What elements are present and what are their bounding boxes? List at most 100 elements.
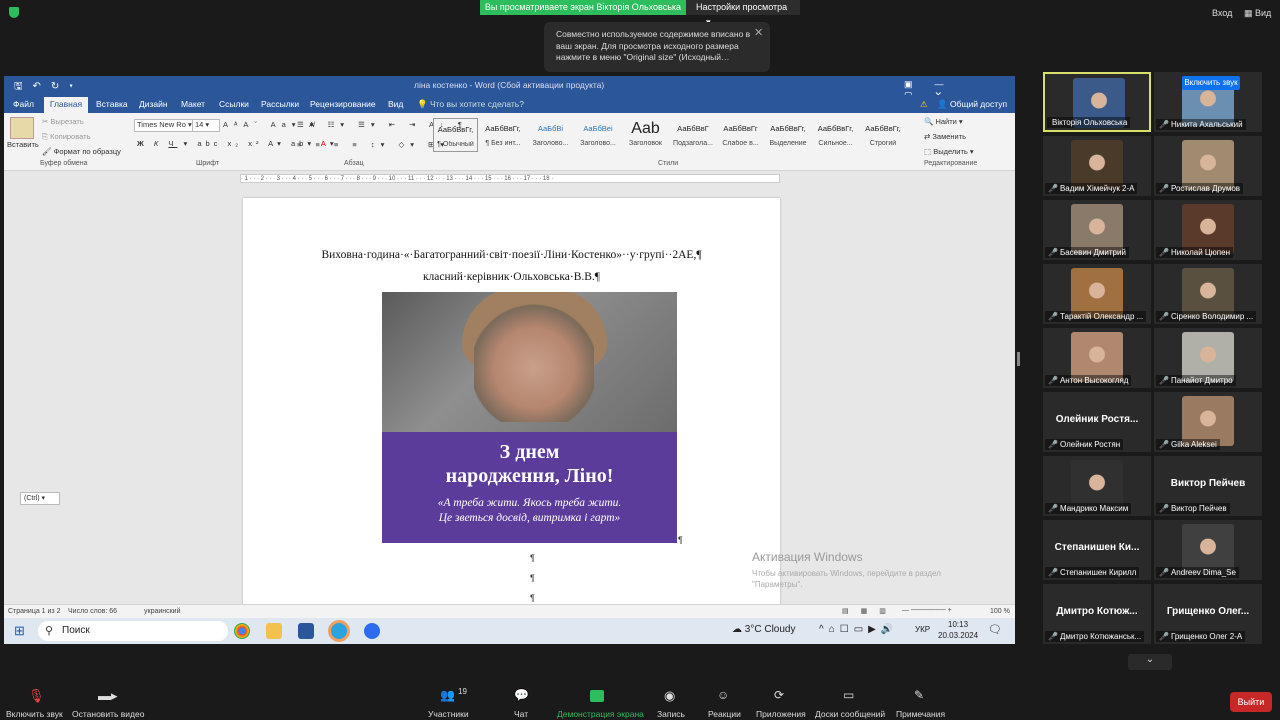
tray-icons[interactable]: ^⌂☐▭▶🔊 [819,624,898,635]
word-count[interactable]: Число слов: 66 [68,608,117,615]
video-icon[interactable]: ▬▸ [98,688,118,704]
style-item[interactable]: АаБбВвГг, Строгий [861,118,906,152]
participant-tile[interactable]: Грищенко Олег... 🎤 Грищенко Олег 2-А [1154,584,1262,644]
style-item[interactable]: АаБбВеі Заголово... [576,118,621,152]
leave-button[interactable]: Выйти [1230,692,1272,712]
share-screen-icon[interactable] [590,690,604,702]
scroll-down-icon[interactable]: ⌄ [1128,654,1172,670]
participant-tile[interactable]: Степанишен Ки... 🎤 Степанишен Кирилл [1043,520,1151,580]
close-icon[interactable]: ✕ [754,26,763,39]
weather-widget[interactable]: ☁ 3°C Cloudy [732,624,795,635]
mic-muted-icon[interactable]: 🎙 [28,688,45,704]
zoom-slider[interactable]: — ─────── + [902,607,952,614]
replace-button[interactable]: ⇄ Заменить [924,132,966,141]
notes-icon[interactable]: ✎ [914,688,924,702]
share-button[interactable]: 👤 Общий доступ [937,99,1007,110]
notification-icon[interactable]: 🗨 [988,623,1002,636]
telegram-icon[interactable] [331,623,347,639]
tab-insert[interactable]: Вставка [96,99,128,109]
tab-design[interactable]: Дизайн [139,99,168,109]
participant-tile[interactable]: 🎤 Сіренко Володимир ... [1154,264,1262,324]
stop-video-label[interactable]: Остановить видео [72,709,144,719]
tab-mailings[interactable]: Рассылки [261,99,299,109]
participant-tile[interactable]: Олейник Ростя... 🎤 Олейник Ростян [1043,392,1151,452]
view-button[interactable]: ▦ Вид [1244,8,1271,19]
participant-tile[interactable]: 🎤 Ростислав Друмов [1154,136,1262,196]
zoom-icon[interactable] [364,623,380,639]
horizontal-ruler[interactable]: · 1 · · · 2 · · · 3 · · · 4 · · · 5 · · … [240,174,780,183]
zoom-level[interactable]: 100 % [990,608,1010,615]
style-item[interactable]: АаБбВвГг, ¶ Без инт... [481,118,526,152]
signin-button[interactable]: Вход [1212,8,1232,18]
participant-tile[interactable]: 🎤 Вадим Хімейчук 2-А [1043,136,1151,196]
style-item[interactable]: АаБбВвГг, Выделение [766,118,811,152]
reactions-icon[interactable]: ☺ [717,688,729,702]
tab-home[interactable]: Главная [44,97,88,113]
participants-label[interactable]: Участники [428,709,469,719]
format-painter-button[interactable]: 🖌 Формат по образцу [42,147,121,156]
folder-icon[interactable] [266,623,282,639]
align-buttons[interactable]: ≡ ≡ ≡ ≡ ↕▾ ◇▾ ⊞▾ [297,140,450,149]
birthday-image[interactable]: З днем народження, Ліно! «А треба жити. … [382,292,677,543]
paste-label[interactable]: Вставить [7,140,39,149]
participants-icon[interactable]: 👥 [440,688,455,702]
page-count[interactable]: Страница 1 из 2 [8,608,60,615]
apps-label[interactable]: Приложения [756,709,806,719]
chat-icon[interactable]: 💬 [514,688,529,702]
unmute-label[interactable]: Включить звук [6,709,63,719]
unmute-request-button[interactable]: Включить звук [1182,76,1240,90]
tab-references[interactable]: Ссылки [219,99,249,109]
tab-view[interactable]: Вид [388,99,403,109]
document-page[interactable]: Виховна·година·«·Багатогранний·світ·поез… [243,198,780,608]
participant-tile[interactable]: Вікторія Ольховська [1043,72,1151,132]
tab-file[interactable]: Файл [13,99,34,109]
participant-tile[interactable]: 🎤 Николай Цюпен [1154,200,1262,260]
record-label[interactable]: Запись [657,709,685,719]
participant-tile[interactable]: 🎤 Антон Высокогляд [1043,328,1151,388]
quick-access-toolbar[interactable]: 🖫↶↻▾ [14,79,83,96]
style-item[interactable]: Aab Заголовок [623,118,668,152]
input-language[interactable]: УКР [915,625,930,634]
participant-tile[interactable]: 🎤 Gilka Aleksei [1154,392,1262,452]
windows-start-icon[interactable]: ⊞ [14,623,25,639]
record-icon[interactable]: ◉ [664,688,675,704]
clock-date[interactable]: 20.03.2024 [938,631,978,640]
style-item[interactable]: АаБбВвГ Подзагола... [671,118,716,152]
cut-button[interactable]: ✂ Вырезать [42,117,84,126]
share-screen-label[interactable]: Демонстрация экрана [557,709,644,719]
clock-time[interactable]: 10:13 [948,620,968,629]
splitter-handle[interactable] [1017,352,1020,366]
view-settings-button[interactable]: Настройки просмотра ▾ [686,0,800,27]
participant-tile[interactable]: 🎤 Andreev Dima_Se [1154,520,1262,580]
reactions-label[interactable]: Реакции [708,709,741,719]
style-item[interactable]: АаБбВвГг Слабое в... [718,118,763,152]
chat-label[interactable]: Чат [514,709,528,719]
view-mode-buttons[interactable]: ▤▦▥ [842,607,898,615]
select-button[interactable]: ⬚ Выделить ▾ [924,147,974,156]
paste-icon[interactable] [10,117,34,139]
apps-icon[interactable]: ⟳ [774,688,784,702]
style-item[interactable]: АаБбВі Заголово... [528,118,573,152]
whiteboards-label[interactable]: Доски сообщений [815,709,885,719]
tab-layout[interactable]: Макет [181,99,205,109]
participant-tile[interactable]: 🎤 Тарактій Олександр ... [1043,264,1151,324]
participant-tile[interactable]: 🎤 Мандрико Максим [1043,456,1151,516]
tab-review[interactable]: Рецензирование [310,99,376,109]
participant-tile[interactable]: Дмитро Котюж... 🎤 Дмитро Котюжанськ... [1043,584,1151,644]
style-item[interactable]: АаБбВвГг, Сильное... [813,118,858,152]
shield-icon[interactable] [9,7,19,18]
participant-tile[interactable]: 🎤 Панайот Дмитро [1154,328,1262,388]
taskbar-search[interactable]: Поиск [38,621,228,641]
participant-tile[interactable]: Виктор Пейчев 🎤 Виктор Пейчев [1154,456,1262,516]
chrome-icon[interactable] [234,623,250,639]
notes-label[interactable]: Примечания [896,709,945,719]
style-item[interactable]: АаБбВвГг, ¶ Обычный [433,118,478,152]
font-size-select[interactable]: 14 ▾ [192,119,220,132]
participant-tile[interactable]: 🎤 Басевин Дмитрий [1043,200,1151,260]
whiteboard-icon[interactable]: ▭ [843,688,854,702]
paste-options-tag[interactable]: (Ctrl) ▾ [20,492,60,505]
tell-me-search[interactable]: 💡 Что вы хотите сделать? [417,99,524,110]
language-status[interactable]: украинский [144,608,181,615]
word-icon[interactable] [298,623,314,639]
find-button[interactable]: 🔍 Найти ▾ [924,117,963,126]
